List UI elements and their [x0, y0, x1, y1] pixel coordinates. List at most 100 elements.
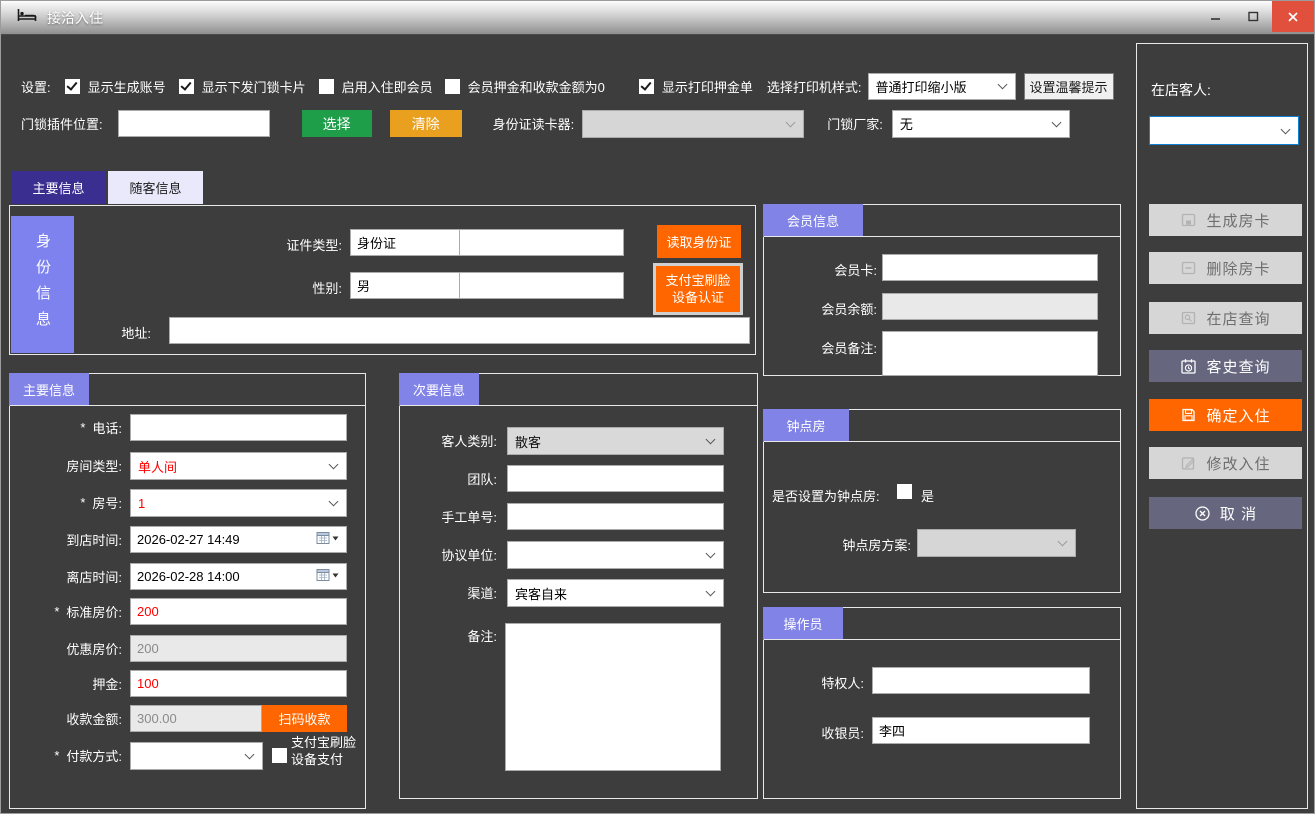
amount-input[interactable]	[130, 705, 262, 732]
certno-input[interactable]	[459, 272, 624, 299]
chevron-down-icon	[1058, 537, 1068, 547]
checkbox-zero-deposit-amount[interactable]: 会员押金和收款金额为0	[445, 77, 605, 96]
warm-tip-button[interactable]: 设置温馨提示	[1024, 73, 1114, 100]
chevron-down-icon	[329, 460, 339, 470]
room-type-select[interactable]: 单人间	[130, 452, 347, 480]
sidebar: 在店客人: 生成房卡 删除房卡 在店查询	[1136, 43, 1308, 809]
guest-history-button[interactable]: 客史查询	[1149, 350, 1302, 382]
window-controls	[1196, 1, 1314, 32]
room-no-select[interactable]: 1	[130, 489, 347, 517]
secondary-info-panel: 次要信息 客人类别: 散客 团队: 手工单号: 协议单位: 渠道: 宾客自来	[399, 373, 758, 799]
chevron-down-icon	[786, 117, 796, 127]
checkbox-enable-member-on-checkin[interactable]: 启用入住即会员	[319, 77, 433, 96]
alipay-face-auth-button[interactable]: 支付宝刷脸 设备认证	[653, 263, 743, 315]
agreement-unit-select[interactable]	[507, 541, 724, 569]
lock-vendor-select[interactable]: 无	[892, 110, 1070, 138]
guest-type-label: 客人类别:	[441, 431, 497, 450]
privilege-input[interactable]	[872, 667, 1090, 694]
settings-row-2: 门锁插件位置: 选择 清除 身份证读卡器: 门锁厂家: 无	[21, 109, 1070, 138]
address-input[interactable]	[169, 317, 750, 344]
close-button[interactable]	[1272, 1, 1314, 32]
identity-panel: 身份信息 证件类型: * 姓名: 读取身份证 性别: * 证件号: 支付宝刷脸 …	[9, 205, 756, 355]
face-pay-checkbox[interactable]	[272, 748, 287, 763]
remark-textarea[interactable]	[505, 623, 721, 771]
operator-panel-title: 操作员	[763, 607, 843, 640]
tab-companion-info[interactable]: 随客信息	[108, 171, 203, 204]
pay-method-select[interactable]	[130, 742, 263, 770]
team-label: 团队:	[467, 469, 497, 488]
calendar-dropdown-icon[interactable]	[316, 531, 340, 548]
price-required-star: *	[54, 604, 59, 619]
in-store-search-button[interactable]: 在店查询	[1149, 302, 1302, 334]
main-info-panel-title: 主要信息	[9, 373, 89, 406]
cancel-button[interactable]: 取 消	[1149, 497, 1302, 529]
member-remark-textarea[interactable]	[882, 331, 1098, 376]
delete-room-card-button[interactable]: 删除房卡	[1149, 252, 1302, 284]
room-type-label: 房间类型:	[66, 456, 122, 475]
phone-input[interactable]	[130, 414, 347, 441]
checkbox-icon[interactable]	[445, 79, 460, 94]
calendar-dropdown-icon[interactable]	[316, 568, 340, 585]
main-info-panel: 主要信息 * 电话: 房间类型: 单人间 * 房号: 1 到店时间: 2026-…	[9, 373, 366, 809]
cashier-label: 收银员:	[784, 723, 864, 742]
checkbox-show-generated-account[interactable]: 显示生成账号	[65, 77, 166, 96]
scan-pay-button[interactable]: 扫码收款	[262, 705, 347, 732]
chevron-down-icon	[245, 750, 255, 760]
discount-price-label: 优惠房价:	[66, 639, 122, 658]
checkbox-print-deposit-slip[interactable]: 显示打印押金单	[639, 77, 753, 96]
cashier-input[interactable]	[872, 717, 1090, 744]
in-store-guests-label: 在店客人:	[1151, 80, 1211, 100]
guest-type-select[interactable]: 散客	[507, 427, 724, 455]
checkout-time-picker[interactable]: 2026-02-28 14:00	[130, 563, 347, 590]
checkbox-icon[interactable]	[65, 79, 80, 94]
in-store-guests-select[interactable]	[1149, 116, 1299, 145]
titlebar: 接洽入住	[1, 1, 1314, 35]
phone-required-star: *	[80, 420, 85, 435]
phone-label: 电话:	[92, 418, 122, 437]
member-balance-input[interactable]	[882, 293, 1098, 320]
hourly-toggle-label: 是否设置为钟点房:	[772, 486, 880, 505]
checkbox-icon[interactable]	[179, 79, 194, 94]
printer-style-label: 选择打印机样式:	[767, 77, 862, 96]
printer-style-select[interactable]: 普通打印缩小版	[868, 73, 1016, 100]
in-store-search-icon	[1180, 310, 1197, 326]
choose-button[interactable]: 选择	[302, 110, 372, 137]
chevron-down-icon	[706, 549, 716, 559]
modify-checkin-button[interactable]: 修改入住	[1149, 447, 1302, 479]
read-id-card-button[interactable]: 读取身份证	[657, 225, 741, 258]
checkbox-icon[interactable]	[319, 79, 334, 94]
tab-main-info[interactable]: 主要信息	[11, 171, 106, 204]
channel-label: 渠道:	[467, 583, 497, 602]
privilege-label: 特权人:	[784, 673, 864, 692]
chevron-down-icon	[1281, 124, 1291, 134]
standard-price-input[interactable]	[130, 598, 347, 625]
checkin-time-picker[interactable]: 2026-02-27 14:49	[130, 526, 347, 553]
checkbox-icon[interactable]	[639, 79, 654, 94]
clear-button[interactable]: 清除	[390, 110, 462, 137]
certno-required-star: *	[360, 278, 365, 293]
channel-select[interactable]: 宾客自来	[507, 579, 724, 607]
discount-price-input[interactable]	[130, 635, 347, 662]
create-room-card-button[interactable]: 生成房卡	[1149, 204, 1302, 236]
member-card-label: 会员卡:	[784, 260, 877, 279]
hourly-plan-select[interactable]	[917, 529, 1076, 557]
chevron-down-icon	[997, 80, 1007, 90]
manual-no-input[interactable]	[507, 503, 724, 530]
checkbox-show-issue-lock-card[interactable]: 显示下发门锁卡片	[179, 77, 306, 96]
deposit-input[interactable]	[130, 670, 347, 697]
maximize-button[interactable]	[1234, 1, 1272, 32]
hourly-yes-label: 是	[921, 486, 934, 505]
id-reader-select[interactable]	[582, 110, 804, 138]
checkout-time-label: 离店时间:	[66, 567, 122, 586]
team-input[interactable]	[507, 465, 724, 492]
minimize-button[interactable]	[1196, 1, 1234, 32]
deposit-label: 押金:	[92, 674, 122, 693]
lock-plugin-input[interactable]	[118, 110, 270, 137]
chevron-down-icon	[1051, 117, 1061, 127]
hourly-yes-checkbox[interactable]	[897, 484, 912, 499]
face-pay-label: 支付宝刷脸 设备支付	[291, 734, 356, 768]
name-input[interactable]	[459, 229, 624, 256]
confirm-checkin-button[interactable]: 确定入住	[1149, 399, 1302, 431]
member-card-input[interactable]	[882, 254, 1098, 281]
price-label: 标准房价:	[66, 602, 122, 621]
